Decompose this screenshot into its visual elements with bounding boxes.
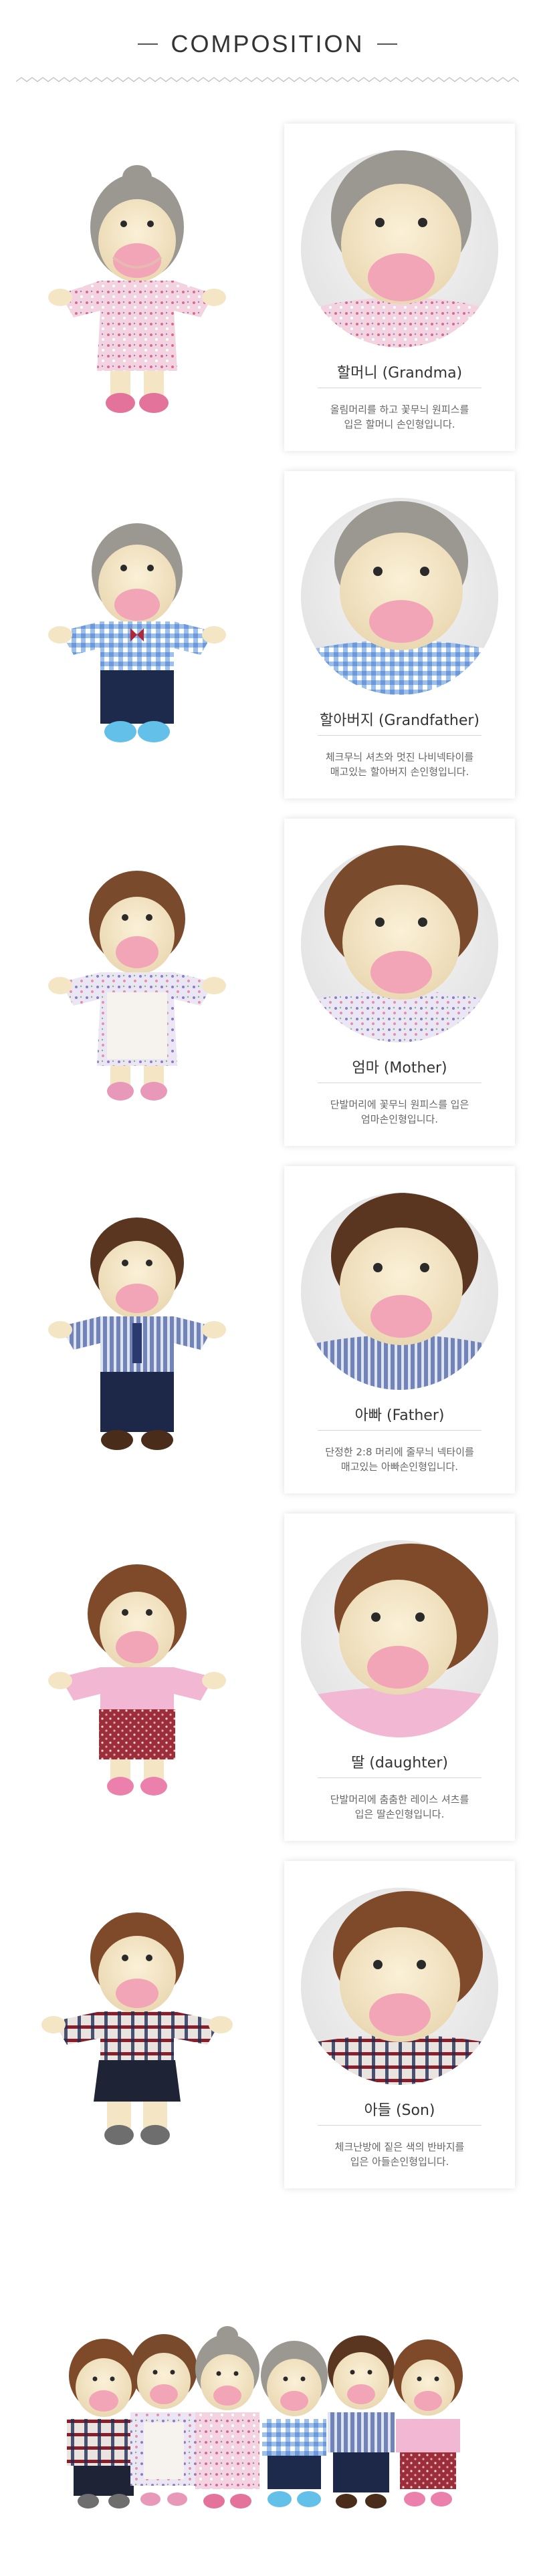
description-line: 체크무늬 셔츠와 멋진 나비넥타이를 (325, 751, 474, 763)
father-puppet-photo (48, 1218, 226, 1450)
description-line: 단발머리에 꽃무늬 원피스를 입은 (330, 1099, 469, 1111)
description-line: 단정한 2:8 머리에 줄무늬 넥타이를 (325, 1446, 474, 1458)
grandma-portrait (301, 150, 498, 347)
card-divider (318, 735, 481, 736)
mother-card: 엄마 (Mother) 단발머리에 꽃무늬 원피스를 입은 엄마손인형입니다. (284, 819, 515, 1146)
description-line: 매고있는 아빠손인형입니다. (340, 1460, 459, 1473)
description-line: 입은 아들손인형입니다. (350, 2155, 449, 2168)
father-portrait (301, 1193, 498, 1390)
description-line: 입은 딸손인형입니다. (354, 1808, 445, 1820)
daughter-portrait (301, 1540, 498, 1737)
title-dash-right (377, 43, 397, 45)
grandma-description: 올림머리를 하고 꽃무늬 원피스를 입은 할머니 손인형입니다. (304, 403, 495, 432)
composition-row-daughter: 딸 (daughter) 단발머리에 춤춤한 레이스 셔츠를 입은 딸손인형입니… (0, 1514, 535, 1861)
zigzag-divider (16, 77, 519, 82)
composition-row-grandfather: 할아버지 (Grandfather) 체크무늬 셔츠와 멋진 나비넥타이를 매고… (0, 471, 535, 819)
daughter-puppet-photo (48, 1564, 226, 1796)
grandfather-title: 할아버지 (Grandfather) (320, 712, 479, 729)
daughter-card: 딸 (daughter) 단발머리에 춤춤한 레이스 셔츠를 입은 딸손인형입니… (284, 1514, 515, 1841)
title-dash-left (138, 43, 158, 45)
description-line: 입은 할머니 손인형입니다. (344, 418, 455, 430)
grandfather-card: 할아버지 (Grandfather) 체크무늬 셔츠와 멋진 나비넥타이를 매고… (284, 471, 515, 799)
composition-row-father: 아빠 (Father) 단정한 2:8 머리에 줄무늬 넥타이를 매고있는 아빠… (0, 1166, 535, 1514)
son-description: 체크난방에 짙은 색의 반바지를 입은 아들손인형입니다. (304, 2140, 495, 2170)
group-grandfather-puppet (261, 2341, 328, 2507)
group-father-puppet (328, 2335, 395, 2509)
family-group-photo (0, 2269, 535, 2549)
daughter-title: 딸 (daughter) (351, 1755, 448, 1771)
description-line: 매고있는 할아버지 손인형입니다. (330, 765, 469, 778)
section-title-text: COMPOSITION (171, 30, 364, 57)
composition-row-son: 아들 (Son) 체크난방에 짙은 색의 반바지를 입은 아들손인형입니다. (0, 1861, 535, 2208)
header: COMPOSITION (0, 0, 535, 94)
group-mother-puppet (130, 2334, 197, 2506)
son-title: 아들 (Son) (364, 2102, 435, 2119)
father-card: 아빠 (Father) 단정한 2:8 머리에 줄무늬 넥타이를 매고있는 아빠… (284, 1166, 515, 1493)
family-puppets-illustration (67, 2326, 463, 2509)
section-title: COMPOSITION (0, 30, 535, 58)
card-divider (318, 2125, 481, 2126)
grandfather-puppet-photo (48, 523, 226, 742)
group-son-puppet (67, 2339, 140, 2509)
son-puppet-photo (41, 1912, 233, 2145)
grandma-title: 할머니 (Grandma) (336, 365, 463, 382)
son-card: 아들 (Son) 체크난방에 짙은 색의 반바지를 입은 아들손인형입니다. (284, 1861, 515, 2188)
mother-puppet-photo (48, 871, 226, 1101)
mother-title: 엄마 (Mother) (352, 1060, 447, 1077)
father-title: 아빠 (Father) (354, 1407, 445, 1424)
group-daughter-puppet (393, 2339, 463, 2507)
grandma-puppet-photo (48, 165, 226, 413)
son-portrait (301, 1888, 498, 2085)
grandma-card: 할머니 (Grandma) 올림머리를 하고 꽃무늬 원피스를 입은 할머니 손… (284, 124, 515, 451)
father-description: 단정한 2:8 머리에 줄무늬 넥타이를 매고있는 아빠손인형입니다. (304, 1445, 495, 1475)
card-divider (318, 1777, 481, 1778)
group-grandma-puppet (195, 2326, 259, 2509)
daughter-description: 단발머리에 춤춤한 레이스 셔츠를 입은 딸손인형입니다. (304, 1793, 495, 1822)
grandfather-portrait (301, 498, 498, 695)
grandfather-description: 체크무늬 셔츠와 멋진 나비넥타이를 매고있는 할아버지 손인형입니다. (304, 750, 495, 780)
composition-row-grandma: 할머니 (Grandma) 올림머리를 하고 꽃무늬 원피스를 입은 할머니 손… (0, 124, 535, 471)
card-divider (318, 1430, 481, 1431)
mother-description: 단발머리에 꽃무늬 원피스를 입은 엄마손인형입니다. (304, 1098, 495, 1127)
description-line: 단발머리에 춤춤한 레이스 셔츠를 (330, 1794, 469, 1806)
composition-row-mother: 엄마 (Mother) 단발머리에 꽃무늬 원피스를 입은 엄마손인형입니다. (0, 819, 535, 1166)
description-line: 올림머리를 하고 꽃무늬 원피스를 (330, 404, 469, 416)
description-line: 엄마손인형입니다. (360, 1113, 439, 1125)
mother-portrait (301, 845, 498, 1042)
description-line: 체크난방에 짙은 색의 반바지를 (334, 2141, 465, 2153)
